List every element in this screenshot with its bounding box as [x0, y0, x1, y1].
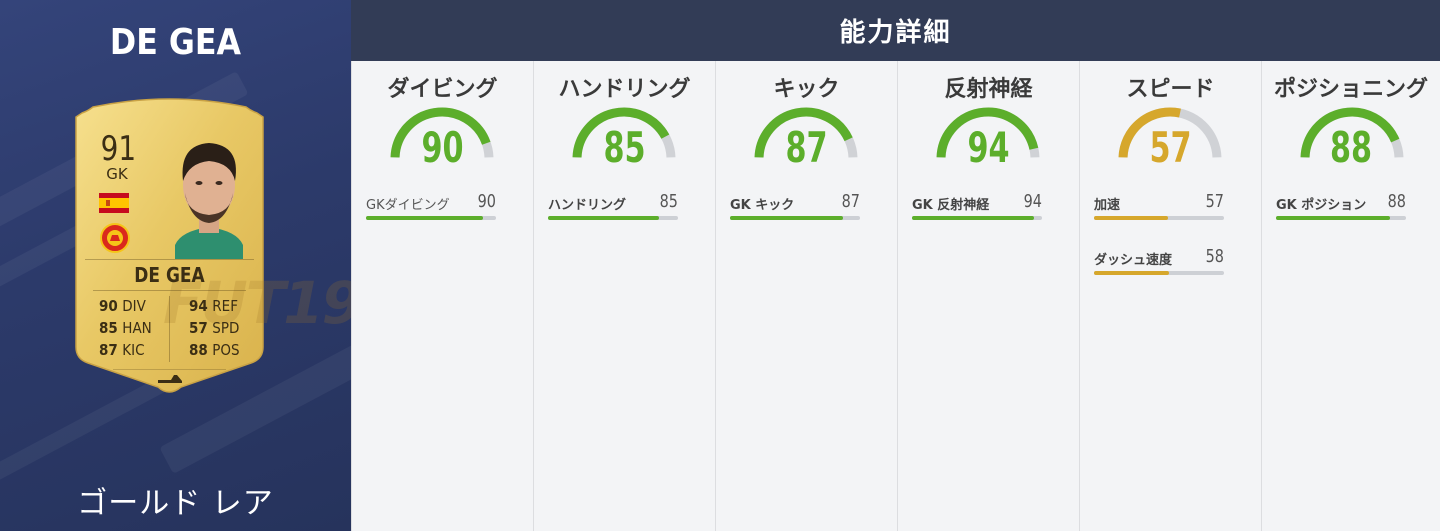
player-name-heading: DE GEA	[109, 22, 242, 63]
sub-stat-bar	[1094, 216, 1224, 220]
sub-stat-value: 87	[841, 191, 860, 212]
gauge-value: 88	[1329, 123, 1373, 172]
sub-stat-value: 85	[659, 191, 678, 212]
sub-stat-value: 90	[477, 191, 496, 212]
sub-stat-bar	[912, 216, 1042, 220]
boot-icon	[158, 375, 182, 383]
sub-stat-label: 加速	[1094, 198, 1121, 213]
sub-stat-value: 58	[1205, 246, 1224, 267]
sub-stat-bar	[730, 216, 860, 220]
stat-column[interactable]: キック 87 GK キック 87	[715, 61, 897, 531]
stat-column[interactable]: ハンドリング 85 ハンドリング 85	[533, 61, 715, 531]
stat-column-title: スピード	[1126, 77, 1215, 102]
sub-stat-value: 57	[1205, 191, 1224, 212]
card-stat-han: 85 HAN	[99, 319, 152, 337]
card-divider	[85, 259, 254, 260]
stat-column[interactable]: スピード 57 加速 57 ダッシュ速度 58	[1079, 61, 1261, 531]
sub-stat-row: GK ポジション 88	[1276, 191, 1406, 224]
sub-stat-bar	[548, 216, 678, 220]
sub-stat-value: 88	[1387, 191, 1406, 212]
detail-header: 能力詳細	[351, 0, 1440, 61]
gauge-value: 85	[603, 123, 646, 172]
card-divider	[113, 369, 226, 370]
card-stat-ref: 94 REF	[189, 297, 238, 315]
stat-column[interactable]: ダイビング 90 GKダイビング 90	[351, 61, 533, 531]
sub-stat-label: ハンドリング	[548, 198, 627, 213]
card-stat-spd: 57 SPD	[189, 319, 240, 337]
sub-stat-label: ダッシュ速度	[1094, 253, 1173, 268]
stat-column-title: ダイビング	[387, 77, 498, 102]
sub-stat-bar-fill	[1276, 216, 1391, 220]
stat-column-title: ハンドリング	[558, 77, 691, 102]
card-overall-rating: 91	[100, 129, 137, 169]
sub-stat-label: GK 反射神経	[912, 198, 990, 213]
sub-stat-row: GKダイビング 90	[366, 191, 496, 224]
stat-column[interactable]: 反射神経 94 GK 反射神経 94	[897, 61, 1079, 531]
card-divider	[93, 290, 246, 291]
card-position: GK	[106, 165, 128, 183]
stat-column-title: ポジショニング	[1273, 77, 1428, 102]
card-stat-divider	[169, 296, 170, 362]
sub-stat-bar-fill	[912, 216, 1035, 220]
sub-stat-label: GK キック	[730, 198, 795, 213]
sub-stat-row: GK 反射神経 94	[912, 191, 1042, 224]
stat-column-title: 反射神経	[944, 77, 1033, 102]
sub-stat-bar-fill	[548, 216, 659, 220]
sub-stat-row: 加速 57	[1094, 191, 1224, 224]
sub-stat-row: ハンドリング 85	[548, 191, 678, 224]
sub-stat-row: ダッシュ速度 58	[1094, 246, 1224, 279]
sub-stat-bar-fill	[1094, 271, 1170, 275]
sub-stat-row: GK キック 87	[730, 191, 860, 224]
stat-column[interactable]: ポジショニング 88 GK ポジション 88	[1261, 61, 1440, 531]
gauge-value: 57	[1149, 123, 1192, 172]
player-photo	[175, 143, 243, 259]
sub-stat-value: 94	[1023, 191, 1042, 212]
spain-flag-icon	[99, 193, 129, 213]
detail-title: 能力詳細	[839, 18, 952, 48]
sub-stat-bar-fill	[1094, 216, 1169, 220]
sub-stat-bar-fill	[366, 216, 483, 220]
sub-stat-bar	[1276, 216, 1406, 220]
sub-stat-bar	[1094, 271, 1224, 275]
player-card[interactable]: FUT19 91 GK DE GEA 90DIV 85HAN 87KIC	[73, 97, 351, 399]
gauge-value: 87	[785, 123, 828, 172]
sub-stat-bar	[366, 216, 496, 220]
sub-stat-label: GK ポジション	[1276, 198, 1367, 213]
stat-column-title: キック	[773, 77, 840, 102]
card-stat-div: 90 DIV	[99, 297, 146, 315]
sub-stat-label: GKダイビング	[366, 198, 450, 213]
gauge-value: 90	[421, 123, 464, 172]
card-player-name: DE GEA	[134, 263, 205, 287]
gauge-value: 94	[967, 123, 1010, 172]
sub-stat-bar-fill	[730, 216, 844, 220]
card-stat-pos: 88 POS	[189, 341, 240, 359]
club-crest-icon	[100, 223, 130, 253]
player-panel: DE GEA FUT19 91 GK DE GEA 90 DIV 85 HAN …	[0, 0, 351, 531]
card-stat-kic: 87 KIC	[99, 341, 145, 359]
card-rarity-label: ゴールド レア	[77, 486, 274, 521]
